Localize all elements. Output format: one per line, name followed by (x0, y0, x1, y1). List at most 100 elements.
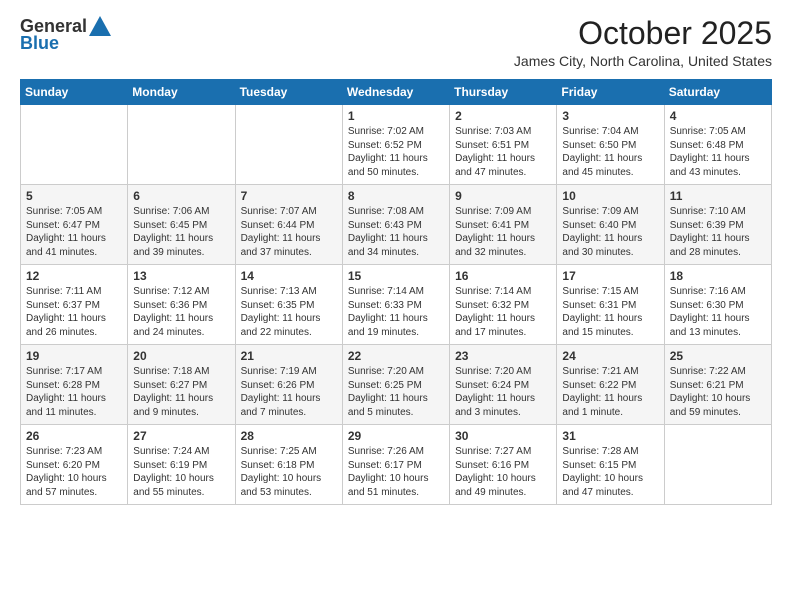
month-title: October 2025 (514, 16, 772, 51)
day-number: 16 (455, 269, 551, 283)
day-info: Sunrise: 7:07 AMSunset: 6:44 PMDaylight:… (241, 205, 337, 259)
day-info: Sunrise: 7:04 AMSunset: 6:50 PMDaylight:… (562, 125, 658, 179)
calendar-cell: 31Sunrise: 7:28 AMSunset: 6:15 PMDayligh… (557, 425, 664, 505)
day-number: 26 (26, 429, 122, 443)
weekday-friday: Friday (557, 80, 664, 105)
day-info: Sunrise: 7:28 AMSunset: 6:15 PMDaylight:… (562, 445, 658, 499)
day-number: 2 (455, 109, 551, 123)
day-number: 22 (348, 349, 444, 363)
calendar-cell: 5 Sunrise: 7:05 AMSunset: 6:47 PMDaylight… (21, 185, 128, 265)
day-info: Sunrise: 7:13 AMSunset: 6:35 PMDaylight:… (241, 285, 337, 339)
day-info: Sunrise: 7:16 AMSunset: 6:30 PMDaylight:… (670, 285, 766, 339)
page: General Blue October 2025 James City, No… (0, 0, 792, 612)
calendar-cell: 18 Sunrise: 7:16 AMSunset: 6:30 PMDayligh… (664, 265, 771, 345)
calendar-cell: 15Sunrise: 7:14 AMSunset: 6:33 PMDayligh… (342, 265, 449, 345)
week-row-0: 1 Sunrise: 7:02 AMSunset: 6:52 PMDaylight… (21, 105, 772, 185)
calendar-cell: 17 Sunrise: 7:15 AMSunset: 6:31 PMDayligh… (557, 265, 664, 345)
calendar-cell (235, 105, 342, 185)
day-number: 28 (241, 429, 337, 443)
day-info: Sunrise: 7:05 AMSunset: 6:47 PMDaylight:… (26, 205, 122, 259)
day-info: Sunrise: 7:09 AMSunset: 6:41 PMDaylight:… (455, 205, 551, 259)
calendar-cell: 12 Sunrise: 7:11 AMSunset: 6:37 PMDayligh… (21, 265, 128, 345)
day-info: Sunrise: 7:10 AMSunset: 6:39 PMDaylight:… (670, 205, 766, 259)
calendar-cell: 1 Sunrise: 7:02 AMSunset: 6:52 PMDaylight… (342, 105, 449, 185)
calendar-cell: 21Sunrise: 7:19 AMSunset: 6:26 PMDayligh… (235, 345, 342, 425)
week-row-1: 5 Sunrise: 7:05 AMSunset: 6:47 PMDaylight… (21, 185, 772, 265)
weekday-sunday: Sunday (21, 80, 128, 105)
day-info: Sunrise: 7:26 AMSunset: 6:17 PMDaylight:… (348, 445, 444, 499)
day-info: Sunrise: 7:22 AMSunset: 6:21 PMDaylight:… (670, 365, 766, 419)
calendar-cell: 23Sunrise: 7:20 AMSunset: 6:24 PMDayligh… (450, 345, 557, 425)
calendar-cell: 3 Sunrise: 7:04 AMSunset: 6:50 PMDaylight… (557, 105, 664, 185)
day-info: Sunrise: 7:21 AMSunset: 6:22 PMDaylight:… (562, 365, 658, 419)
day-info: Sunrise: 7:08 AMSunset: 6:43 PMDaylight:… (348, 205, 444, 259)
day-info: Sunrise: 7:24 AMSunset: 6:19 PMDaylight:… (133, 445, 229, 499)
calendar-cell (128, 105, 235, 185)
calendar-cell: 25 Sunrise: 7:22 AMSunset: 6:21 PMDayligh… (664, 345, 771, 425)
calendar-cell: 24 Sunrise: 7:21 AMSunset: 6:22 PMDayligh… (557, 345, 664, 425)
day-number: 24 (562, 349, 658, 363)
day-number: 6 (133, 189, 229, 203)
day-number: 27 (133, 429, 229, 443)
day-info: Sunrise: 7:20 AMSunset: 6:25 PMDaylight:… (348, 365, 444, 419)
day-number: 19 (26, 349, 122, 363)
day-info: Sunrise: 7:03 AMSunset: 6:51 PMDaylight:… (455, 125, 551, 179)
day-number: 17 (562, 269, 658, 283)
day-number: 20 (133, 349, 229, 363)
weekday-wednesday: Wednesday (342, 80, 449, 105)
calendar-cell (21, 105, 128, 185)
day-number: 10 (562, 189, 658, 203)
day-info: Sunrise: 7:19 AMSunset: 6:26 PMDaylight:… (241, 365, 337, 419)
weekday-thursday: Thursday (450, 80, 557, 105)
day-info: Sunrise: 7:05 AMSunset: 6:48 PMDaylight:… (670, 125, 766, 179)
logo: General Blue (20, 16, 111, 54)
day-number: 4 (670, 109, 766, 123)
day-number: 1 (348, 109, 444, 123)
calendar-cell: 4 Sunrise: 7:05 AMSunset: 6:48 PMDaylight… (664, 105, 771, 185)
header: General Blue October 2025 James City, No… (20, 16, 772, 69)
day-number: 15 (348, 269, 444, 283)
calendar-cell: 27 Sunrise: 7:24 AMSunset: 6:19 PMDayligh… (128, 425, 235, 505)
weekday-tuesday: Tuesday (235, 80, 342, 105)
day-info: Sunrise: 7:14 AMSunset: 6:32 PMDaylight:… (455, 285, 551, 339)
calendar-cell: 28Sunrise: 7:25 AMSunset: 6:18 PMDayligh… (235, 425, 342, 505)
day-info: Sunrise: 7:02 AMSunset: 6:52 PMDaylight:… (348, 125, 444, 179)
calendar-cell: 2 Sunrise: 7:03 AMSunset: 6:51 PMDaylight… (450, 105, 557, 185)
calendar-cell: 16 Sunrise: 7:14 AMSunset: 6:32 PMDayligh… (450, 265, 557, 345)
weekday-header-row: SundayMondayTuesdayWednesdayThursdayFrid… (21, 80, 772, 105)
weekday-saturday: Saturday (664, 80, 771, 105)
calendar-cell: 30 Sunrise: 7:27 AMSunset: 6:16 PMDayligh… (450, 425, 557, 505)
logo-blue: Blue (20, 33, 59, 54)
calendar-cell: 9Sunrise: 7:09 AMSunset: 6:41 PMDaylight… (450, 185, 557, 265)
day-info: Sunrise: 7:11 AMSunset: 6:37 PMDaylight:… (26, 285, 122, 339)
day-number: 18 (670, 269, 766, 283)
calendar-cell: 14Sunrise: 7:13 AMSunset: 6:35 PMDayligh… (235, 265, 342, 345)
week-row-3: 19 Sunrise: 7:17 AMSunset: 6:28 PMDayligh… (21, 345, 772, 425)
day-number: 12 (26, 269, 122, 283)
day-info: Sunrise: 7:15 AMSunset: 6:31 PMDaylight:… (562, 285, 658, 339)
weekday-monday: Monday (128, 80, 235, 105)
day-number: 11 (670, 189, 766, 203)
day-info: Sunrise: 7:06 AMSunset: 6:45 PMDaylight:… (133, 205, 229, 259)
day-number: 30 (455, 429, 551, 443)
title-block: October 2025 James City, North Carolina,… (514, 16, 772, 69)
calendar-cell: 10Sunrise: 7:09 AMSunset: 6:40 PMDayligh… (557, 185, 664, 265)
calendar-cell: 22 Sunrise: 7:20 AMSunset: 6:25 PMDayligh… (342, 345, 449, 425)
day-number: 25 (670, 349, 766, 363)
location-subtitle: James City, North Carolina, United State… (514, 53, 772, 69)
calendar-cell: 6 Sunrise: 7:06 AMSunset: 6:45 PMDaylight… (128, 185, 235, 265)
day-info: Sunrise: 7:20 AMSunset: 6:24 PMDaylight:… (455, 365, 551, 419)
week-row-4: 26 Sunrise: 7:23 AMSunset: 6:20 PMDayligh… (21, 425, 772, 505)
day-number: 5 (26, 189, 122, 203)
calendar-cell: 7 Sunrise: 7:07 AMSunset: 6:44 PMDaylight… (235, 185, 342, 265)
day-info: Sunrise: 7:18 AMSunset: 6:27 PMDaylight:… (133, 365, 229, 419)
calendar-cell: 29Sunrise: 7:26 AMSunset: 6:17 PMDayligh… (342, 425, 449, 505)
day-number: 7 (241, 189, 337, 203)
day-number: 8 (348, 189, 444, 203)
calendar-table: SundayMondayTuesdayWednesdayThursdayFrid… (20, 79, 772, 505)
calendar-cell: 8 Sunrise: 7:08 AMSunset: 6:43 PMDaylight… (342, 185, 449, 265)
day-info: Sunrise: 7:27 AMSunset: 6:16 PMDaylight:… (455, 445, 551, 499)
day-info: Sunrise: 7:23 AMSunset: 6:20 PMDaylight:… (26, 445, 122, 499)
day-info: Sunrise: 7:17 AMSunset: 6:28 PMDaylight:… (26, 365, 122, 419)
day-number: 3 (562, 109, 658, 123)
